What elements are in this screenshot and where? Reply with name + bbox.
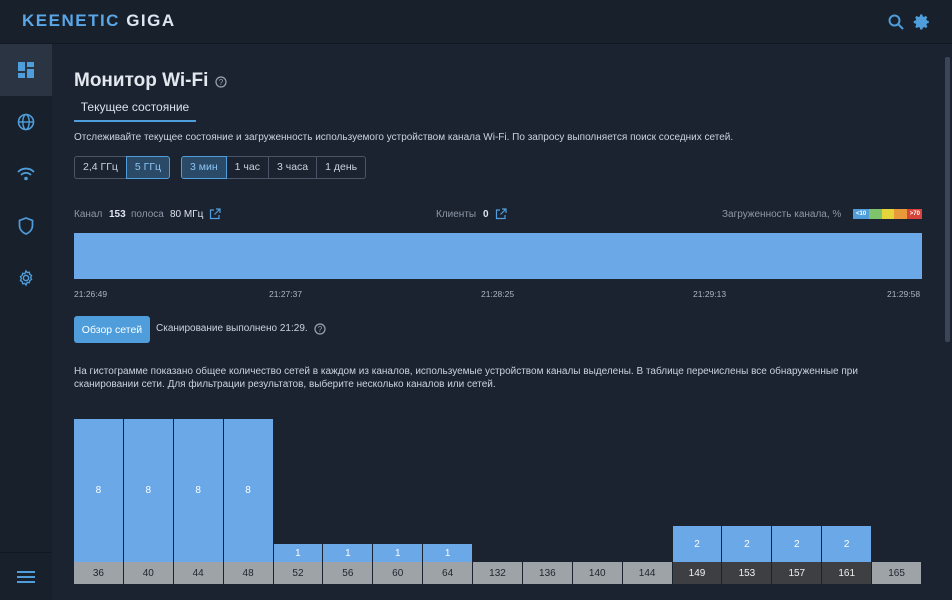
sidebar-item-security[interactable] xyxy=(0,200,52,252)
histogram-bar[interactable]: 8 xyxy=(173,419,224,562)
sidebar xyxy=(0,44,52,600)
histogram-channel-label[interactable]: 140 xyxy=(572,562,623,584)
period-button-1day[interactable]: 1 день xyxy=(316,156,367,179)
band-button-5ghz[interactable]: 5 ГГц xyxy=(125,156,171,179)
band-button-2-4ghz[interactable]: 2,4 ГГц xyxy=(74,156,127,179)
period-button-3min[interactable]: 3 мин xyxy=(181,156,227,179)
histogram-bar[interactable]: 8 xyxy=(74,419,124,562)
histogram-channel-label[interactable]: 64 xyxy=(423,562,474,584)
histogram-channel-label[interactable]: 153 xyxy=(722,562,773,584)
timeline-tick: 21:29:58 xyxy=(887,289,921,299)
sidebar-item-dashboard[interactable] xyxy=(0,44,52,96)
hamburger-menu-icon xyxy=(17,570,35,583)
load-legend: <10 >70 xyxy=(853,209,922,219)
legend-low-label: <10 xyxy=(853,209,869,219)
main-content: Монитор Wi-Fi ? Текущее состояние Отслеж… xyxy=(52,44,940,600)
shield-icon xyxy=(18,217,34,235)
svg-text:?: ? xyxy=(318,325,323,334)
channel-histogram: 8 36 8 40 8 44 8 48 1 52 1 56 1 60 1 64 132 136 140 144 2 149… xyxy=(74,416,922,584)
histogram-bar[interactable]: 2 xyxy=(772,526,823,562)
period-button-3hours[interactable]: 3 часа xyxy=(267,156,318,179)
channel-load-timeline-bar xyxy=(74,233,922,279)
histogram-description: На гистограмме показано общее количество… xyxy=(74,366,858,390)
histogram-channel-label[interactable]: 161 xyxy=(822,562,873,584)
help-icon[interactable]: ? xyxy=(314,323,326,335)
tab-current-state[interactable]: Текущее состояние xyxy=(74,98,196,122)
sidebar-menu-toggle[interactable] xyxy=(0,552,52,600)
histogram-channel-label[interactable]: 132 xyxy=(473,562,523,584)
gear-icon xyxy=(19,269,33,287)
histogram-bar[interactable]: 8 xyxy=(123,419,174,562)
histogram-bar[interactable]: 1 xyxy=(423,544,474,562)
period-selector: 3 мин 1 час 3 часа 1 день xyxy=(181,156,367,179)
band-width-label: полоса xyxy=(131,209,164,220)
histogram-channel-label[interactable]: 136 xyxy=(522,562,573,584)
top-bar: KEENETIC GIGA xyxy=(0,0,952,44)
scrollbar-thumb[interactable] xyxy=(945,57,950,342)
histogram-bar[interactable]: 1 xyxy=(323,544,374,562)
scan-networks-button[interactable]: Обзор сетей xyxy=(74,316,150,343)
histogram-channel-label[interactable]: 60 xyxy=(373,562,424,584)
legend-high-label: >70 xyxy=(907,209,922,219)
timeline-tick: 21:26:49 xyxy=(74,289,108,299)
histogram-channel-label[interactable]: 157 xyxy=(772,562,823,584)
clients-value: 0 xyxy=(483,209,489,220)
dashboard-icon xyxy=(18,62,34,78)
histogram-bar[interactable]: 2 xyxy=(722,526,773,562)
scan-status: Сканирование выполнено 21:29. xyxy=(156,323,308,334)
histogram-channel-label[interactable]: 149 xyxy=(672,562,723,584)
histogram-bar[interactable]: 2 xyxy=(672,526,723,562)
band-selector: 2,4 ГГц 5 ГГц xyxy=(74,156,171,179)
brand-logo[interactable]: KEENETIC GIGA xyxy=(22,11,176,31)
external-link-icon[interactable] xyxy=(495,208,507,220)
sidebar-item-internet[interactable] xyxy=(0,96,52,148)
external-link-icon[interactable] xyxy=(209,208,221,220)
histogram-bar[interactable]: 8 xyxy=(223,419,274,562)
settings-gear-icon[interactable] xyxy=(913,13,931,31)
sidebar-item-management[interactable] xyxy=(0,252,52,304)
histogram-bar[interactable]: 1 xyxy=(273,544,324,562)
histogram-channel-label[interactable]: 165 xyxy=(872,562,922,584)
histogram-bar[interactable]: 2 xyxy=(822,526,873,562)
channel-value: 153 xyxy=(109,209,126,220)
channel-label: Канал xyxy=(74,209,103,220)
histogram-channel-label[interactable]: 40 xyxy=(123,562,174,584)
help-icon[interactable]: ? xyxy=(215,76,227,88)
wifi-icon xyxy=(17,167,35,181)
band-width-value: 80 МГц xyxy=(170,209,204,220)
globe-icon xyxy=(17,113,35,131)
timeline-tick: 21:27:37 xyxy=(269,289,303,299)
period-button-1hour[interactable]: 1 час xyxy=(225,156,269,179)
histogram-channel-label[interactable]: 44 xyxy=(173,562,224,584)
page-description: Отслеживайте текущее состояние и загруже… xyxy=(74,132,734,143)
histogram-bar[interactable]: 1 xyxy=(373,544,424,562)
histogram-channel-label[interactable]: 36 xyxy=(74,562,124,584)
timeline-tick: 21:28:25 xyxy=(481,289,515,299)
sidebar-item-wifi[interactable] xyxy=(0,148,52,200)
timeline-tick: 21:29:13 xyxy=(693,289,727,299)
histogram-channel-label[interactable]: 144 xyxy=(622,562,673,584)
histogram-channel-label[interactable]: 52 xyxy=(273,562,324,584)
page-title: Монитор Wi-Fi xyxy=(74,70,209,91)
clients-label: Клиенты xyxy=(436,209,477,220)
svg-text:?: ? xyxy=(219,78,224,87)
histogram-channel-label[interactable]: 48 xyxy=(223,562,274,584)
search-icon[interactable] xyxy=(888,14,904,30)
channel-load-label: Загруженность канала, % xyxy=(722,209,842,220)
histogram-channel-label[interactable]: 56 xyxy=(323,562,374,584)
